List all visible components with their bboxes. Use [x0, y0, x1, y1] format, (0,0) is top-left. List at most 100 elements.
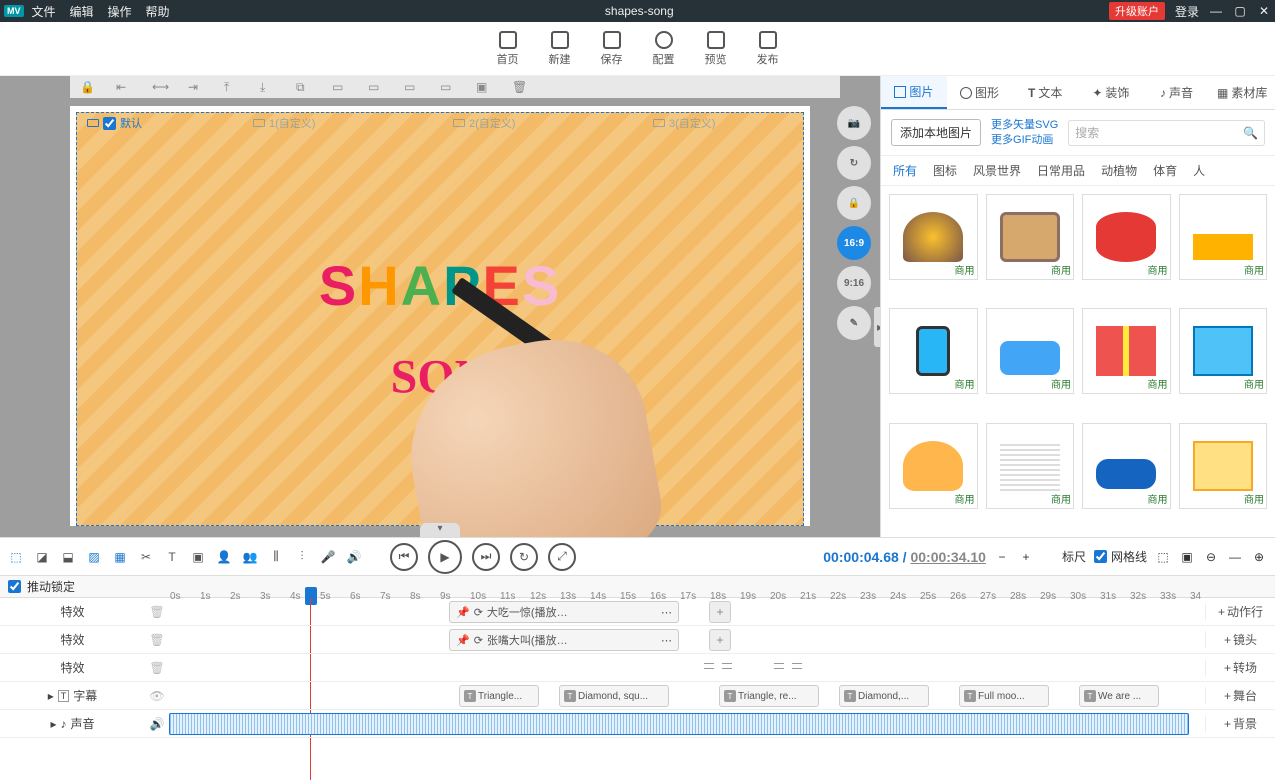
wave-icon[interactable]: ⫶ — [294, 549, 310, 565]
tool-icon[interactable]: ▦ — [112, 549, 128, 565]
rotate-button[interactable]: ↻ — [837, 146, 871, 180]
menu-edit[interactable]: 编辑 — [70, 3, 94, 20]
next-button[interactable]: ⏭ — [472, 543, 500, 571]
close-icon[interactable]: ✕ — [1257, 4, 1271, 18]
lock-button[interactable]: 🔒 — [837, 186, 871, 220]
add-action-row-button[interactable]: + 动作行 — [1205, 603, 1275, 620]
asset-lips[interactable]: 商用 — [1082, 194, 1171, 280]
asset-noodles[interactable]: 商用 — [889, 194, 978, 280]
search-input[interactable]: 搜索🔍 — [1068, 120, 1265, 146]
canvas-text-shapes[interactable]: SHAPES — [319, 253, 561, 319]
zoom-out-icon[interactable]: ⊖ — [1203, 549, 1219, 565]
cut-icon[interactable]: ✂ — [138, 549, 154, 565]
menu-action[interactable]: 操作 — [108, 3, 132, 20]
lock-icon[interactable]: 🔒 — [80, 80, 94, 94]
menu-file[interactable]: 文件 — [32, 3, 56, 20]
prev-button[interactable]: ⏮ — [390, 543, 418, 571]
align-icon[interactable]: ⟷ — [152, 80, 166, 94]
scene-tab-2[interactable]: 2(自定义) — [447, 113, 521, 133]
tool-icon[interactable]: ▨ — [86, 549, 102, 565]
layer-icon[interactable]: ▭ — [332, 80, 346, 94]
visibility-icon[interactable]: 👁 — [145, 689, 169, 703]
toolbar-config[interactable]: 配置 — [653, 31, 675, 67]
minus-icon[interactable]: − — [994, 549, 1010, 565]
clip-fx-2[interactable]: 📌⟳张嘴大叫(播放完消失)⋯ — [449, 629, 679, 651]
transition-markers[interactable] — [704, 663, 732, 673]
cat-animals[interactable]: 动植物 — [1101, 162, 1137, 179]
ratio-9-16[interactable]: 9:16 — [837, 266, 871, 300]
user-icon[interactable]: 👤 — [216, 549, 232, 565]
record-icon[interactable]: ⬚ — [8, 549, 24, 565]
align-icon[interactable]: ⤒ — [224, 80, 238, 94]
asset-map[interactable]: 商用 — [1179, 308, 1268, 394]
delete-track-icon[interactable]: 🗑 — [145, 633, 169, 647]
mic-icon[interactable]: ⫼ — [268, 549, 284, 565]
mic-icon[interactable]: 🎤 — [320, 549, 336, 565]
add-clip-button[interactable]: + — [709, 629, 731, 651]
tab-text[interactable]: T文本 — [1012, 76, 1078, 109]
tab-shape[interactable]: 图形 — [947, 76, 1013, 109]
edit-button[interactable]: ✎ — [837, 306, 871, 340]
cat-daily[interactable]: 日常用品 — [1037, 162, 1085, 179]
tab-decor[interactable]: ✦装饰 — [1078, 76, 1144, 109]
toolbar-preview[interactable]: 预览 — [705, 31, 727, 67]
asset-truck[interactable]: 商用 — [1179, 194, 1268, 280]
fullscreen-button[interactable]: ⤢ — [548, 543, 576, 571]
zoom-slider[interactable]: — — [1227, 549, 1243, 565]
loop-button[interactable]: ↻ — [510, 543, 538, 571]
scene-check[interactable] — [103, 117, 116, 130]
cat-people[interactable]: 人 — [1193, 162, 1205, 179]
delete-icon[interactable]: 🗑 — [512, 80, 526, 94]
asset-chicken[interactable]: 商用 — [889, 423, 978, 509]
scene-tab-1[interactable]: 1(自定义) — [247, 113, 321, 133]
user-icon[interactable]: 👥 — [242, 549, 258, 565]
clip-fx-1[interactable]: 📌⟳大吃一惊(播放完消失)⋯ — [449, 601, 679, 623]
volume-icon[interactable]: 🔊 — [145, 717, 169, 731]
canvas-pull-handle[interactable]: ▾ — [420, 523, 460, 537]
toolbar-home[interactable]: 首页 — [497, 31, 519, 67]
add-local-image-button[interactable]: 添加本地图片 — [891, 119, 981, 146]
push-lock-check[interactable] — [8, 580, 21, 593]
camera-button[interactable]: 📷 — [837, 106, 871, 140]
tab-image[interactable]: 图片 — [881, 76, 947, 109]
asset-bag[interactable]: 商用 — [1179, 423, 1268, 509]
group-icon[interactable]: ▣ — [476, 80, 490, 94]
toolbar-publish[interactable]: 发布 — [757, 31, 779, 67]
cat-sports[interactable]: 体育 — [1153, 162, 1177, 179]
tool-icon[interactable]: ◪ — [34, 549, 50, 565]
transition-markers[interactable] — [774, 663, 802, 673]
add-background-button[interactable]: + 背景 — [1205, 715, 1275, 732]
collapse-right-icon[interactable]: ▸ — [874, 307, 880, 347]
login-button[interactable]: 登录 — [1175, 3, 1199, 20]
minimize-icon[interactable]: — — [1209, 4, 1223, 18]
maximize-icon[interactable]: ▢ — [1233, 4, 1247, 18]
zoom-in-icon[interactable]: ⊕ — [1251, 549, 1267, 565]
toolbar-new[interactable]: 新建 — [549, 31, 571, 67]
layer-icon[interactable]: ▭ — [404, 80, 418, 94]
subtitle-clip[interactable]: TWe are ... — [1079, 685, 1159, 707]
align-icon[interactable]: ⇥ — [188, 80, 202, 94]
asset-sign[interactable]: 商用 — [986, 194, 1075, 280]
toolbar-save[interactable]: 保存 — [601, 31, 623, 67]
add-stage-button[interactable]: + 舞台 — [1205, 687, 1275, 704]
cat-all[interactable]: 所有 — [893, 162, 917, 179]
tool-icon[interactable]: ⬚ — [1155, 549, 1171, 565]
subtitle-clip[interactable]: TFull moo... — [959, 685, 1049, 707]
add-camera-button[interactable]: + 镜头 — [1205, 631, 1275, 648]
plus-icon[interactable]: + — [1018, 549, 1034, 565]
volume-icon[interactable]: 🔊 — [346, 549, 362, 565]
cat-icons[interactable]: 图标 — [933, 162, 957, 179]
layer-icon[interactable]: ▭ — [440, 80, 454, 94]
asset-motorcycle[interactable]: 商用 — [1082, 423, 1171, 509]
audio-clip[interactable] — [169, 713, 1189, 735]
tool-icon[interactable]: ▣ — [190, 549, 206, 565]
tool-icon[interactable]: ▣ — [1179, 549, 1195, 565]
delete-track-icon[interactable]: 🗑 — [145, 661, 169, 675]
subtitle-clip[interactable]: TDiamond,... — [839, 685, 929, 707]
text-icon[interactable]: T — [164, 549, 180, 565]
subtitle-clip[interactable]: TTriangle... — [459, 685, 539, 707]
delete-track-icon[interactable]: 🗑 — [145, 605, 169, 619]
tab-library[interactable]: ▦素材库 — [1209, 76, 1275, 109]
add-transition-button[interactable]: + 转场 — [1205, 659, 1275, 676]
tool-icon[interactable]: ⬓ — [60, 549, 76, 565]
